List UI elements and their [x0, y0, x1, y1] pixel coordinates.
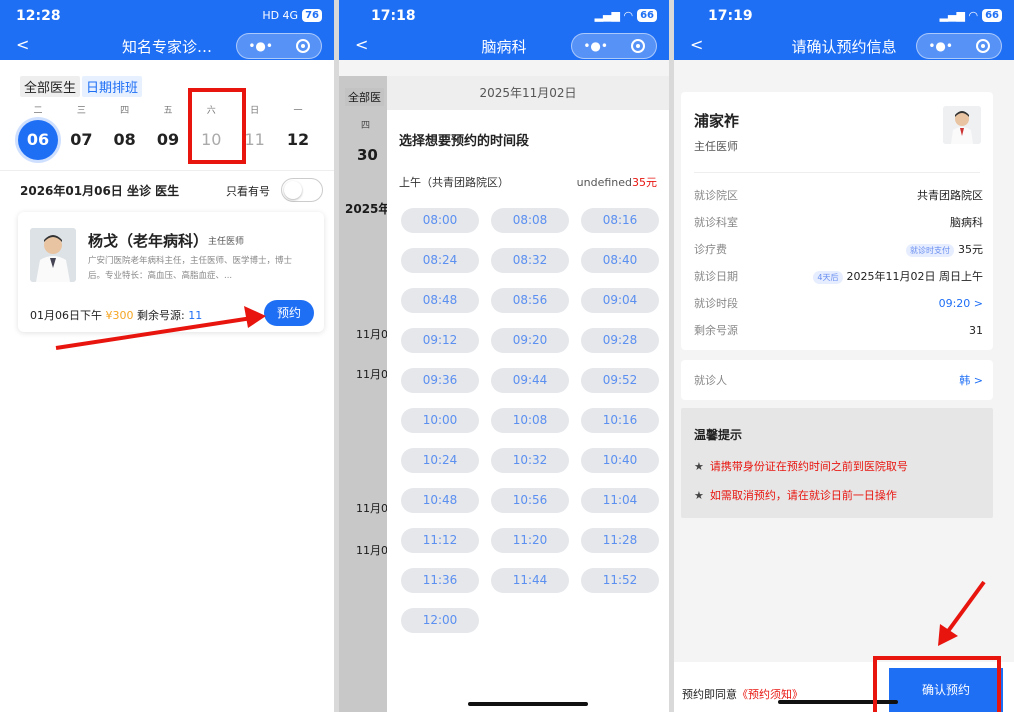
time-slot-grid: 08:00 08:08 08:16 08:24 08:32 08:40 08:48 08:56… [401, 208, 659, 633]
time-slot-button[interactable]: 09:36 [401, 368, 479, 393]
time-slot-button[interactable]: 11:44 [491, 568, 569, 593]
time-slot-button[interactable]: 10:48 [401, 488, 479, 513]
annotation-arrow [55, 306, 266, 350]
time-slot-button[interactable]: 11:52 [581, 568, 659, 593]
screen-time-slot-select: 17:18 ▂▄▆ ◠ 66 < 脑病科 •●• 全部医 四 30 2025年 … [339, 0, 669, 712]
close-icon[interactable] [630, 39, 645, 53]
time-slot-button[interactable]: 10:32 [491, 448, 569, 473]
time-slot-button[interactable]: 10:40 [581, 448, 659, 473]
time-slot-button[interactable]: 10:56 [491, 488, 569, 513]
screen-confirm-booking: 17:19 ▂▄▆ ◠ 66 < 请确认预约信息 •●• 浦家祚 主任医师 就诊… [674, 0, 1014, 712]
time-slot-button[interactable]: 09:28 [581, 328, 659, 353]
more-icon[interactable]: •●• [583, 39, 608, 53]
status-icons: ▂▄▆ ◠ 66 [595, 9, 657, 22]
time-slot-button[interactable]: 08:00 [401, 208, 479, 233]
time-slot-button[interactable]: 11:36 [401, 568, 479, 593]
time-slot-button[interactable]: 11:12 [401, 528, 479, 553]
page-title: 脑病科 [481, 37, 527, 56]
annotation-arrow [938, 580, 986, 646]
time-slot-button[interactable]: 08:40 [581, 248, 659, 273]
time-slot-button[interactable]: 10:24 [401, 448, 479, 473]
signal-icon: ▂▄▆ ◠ [594, 9, 634, 22]
time-slot-button[interactable]: 09:20 [491, 328, 569, 353]
time-slot-button[interactable]: 10:00 [401, 408, 479, 433]
time-slot-button[interactable]: 11:28 [581, 528, 659, 553]
period-price: undefined35元 [576, 176, 657, 189]
time-slot-button[interactable]: 11:04 [581, 488, 659, 513]
home-indicator [468, 702, 588, 706]
nav-bar: < 脑病科 •●• [339, 32, 669, 60]
time-slot-sheet: 选择想要预约的时间段 上午（共青团路院区） undefined35元 08:00… [387, 110, 669, 712]
status-time: 17:18 [371, 8, 416, 24]
time-slot-button[interactable]: 08:16 [581, 208, 659, 233]
time-slot-button[interactable]: 08:32 [491, 248, 569, 273]
back-icon[interactable]: < [355, 35, 368, 54]
battery-icon: 66 [637, 9, 657, 22]
time-slot-button[interactable]: 10:08 [491, 408, 569, 433]
status-bar: 17:18 ▂▄▆ ◠ 66 [339, 0, 669, 32]
time-slot-button[interactable]: 08:24 [401, 248, 479, 273]
period-label: 上午（共青团路院区） [399, 176, 509, 189]
time-slot-button[interactable]: 12:00 [401, 608, 479, 633]
time-slot-button[interactable]: 08:56 [491, 288, 569, 313]
screen-doctor-schedule: 12:28 HD 4G 76 < 知名专家诊… •●• 全部医生 日期排班 二 … [0, 0, 334, 712]
time-slot-button[interactable]: 08:08 [491, 208, 569, 233]
time-slot-button[interactable]: 09:44 [491, 368, 569, 393]
time-slot-button[interactable]: 10:16 [581, 408, 659, 433]
time-slot-button[interactable]: 09:04 [581, 288, 659, 313]
time-slot-button[interactable]: 08:48 [401, 288, 479, 313]
sheet-date: 2025年11月02日 [387, 76, 669, 110]
modal-overlay[interactable] [339, 76, 387, 712]
sheet-title: 选择想要预约的时间段 [399, 134, 530, 149]
time-slot-button[interactable]: 09:52 [581, 368, 659, 393]
time-slot-button[interactable]: 09:12 [401, 328, 479, 353]
time-slot-button[interactable]: 11:20 [491, 528, 569, 553]
mini-program-capsule: •●• [571, 33, 657, 59]
